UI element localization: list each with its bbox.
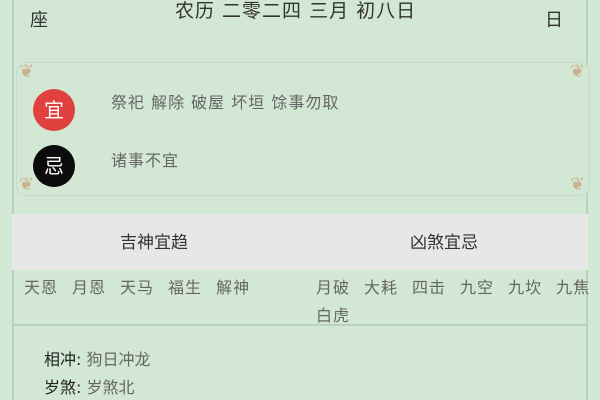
yi-ji-panel: ❦ ❦ ❦ ❦ 宜 祭祀 解除 破屋 坏垣 馀事勿取 忌 诸事不宜 [16,61,590,196]
chong-row: 相冲: 狗日冲龙 [44,346,151,370]
header-bar: 座 农历 二零二四 三月 初八日 日 [0,0,600,40]
auspicious-god: 天恩 [24,278,59,297]
auspicious-god: 天马 [120,278,155,297]
chong-value: 狗日冲龙 [86,350,151,369]
ji-items: 诸事不宜 [111,151,180,170]
sha-row: 岁煞: 岁煞北 [44,374,135,398]
sha-label: 岁煞: [44,378,82,397]
corner-ornament-icon: ❦ [569,174,585,195]
frame-right-border [586,0,588,400]
auspicious-god: 月恩 [72,278,107,297]
ji-badge: 忌 [33,145,75,187]
sha-value: 岁煞北 [86,378,135,397]
header-left-label: 座 [30,10,48,31]
auspicious-gods-list: 天恩 月恩 天马 福生 解神 [24,274,250,298]
auspicious-god: 福生 [168,278,203,297]
inauspicious-gods-list: 月破 大耗 四击 九空 九坎 九焦 白虎 [316,274,594,326]
frame-left-border [12,0,14,400]
inauspicious-god: 月破 [316,278,351,297]
inauspicious-god: 大耗 [364,278,399,297]
corner-ornament-icon: ❦ [19,174,35,195]
gods-header-band: 吉神宜趋 凶煞宜忌 [12,214,588,270]
auspicious-god: 解神 [216,278,251,297]
section-divider [12,324,588,326]
yi-items: 祭祀 解除 破屋 坏垣 馀事勿取 [111,93,340,112]
inauspicious-god: 九焦 [556,278,591,297]
corner-ornament-icon: ❦ [19,61,35,82]
corner-ornament-icon: ❦ [569,61,585,82]
auspicious-gods-heading: 吉神宜趋 [120,233,188,253]
header-right-label: 日 [545,10,563,31]
inauspicious-god: 四击 [412,278,447,297]
inauspicious-god: 九空 [460,278,495,297]
inauspicious-god: 白虎 [316,306,351,325]
inauspicious-gods-heading: 凶煞宜忌 [410,233,478,253]
yi-badge: 宜 [33,89,75,131]
chong-label: 相冲: [44,350,82,369]
lunar-date: 农历 二零二四 三月 初八日 [175,0,417,22]
inauspicious-god: 九坎 [508,278,543,297]
